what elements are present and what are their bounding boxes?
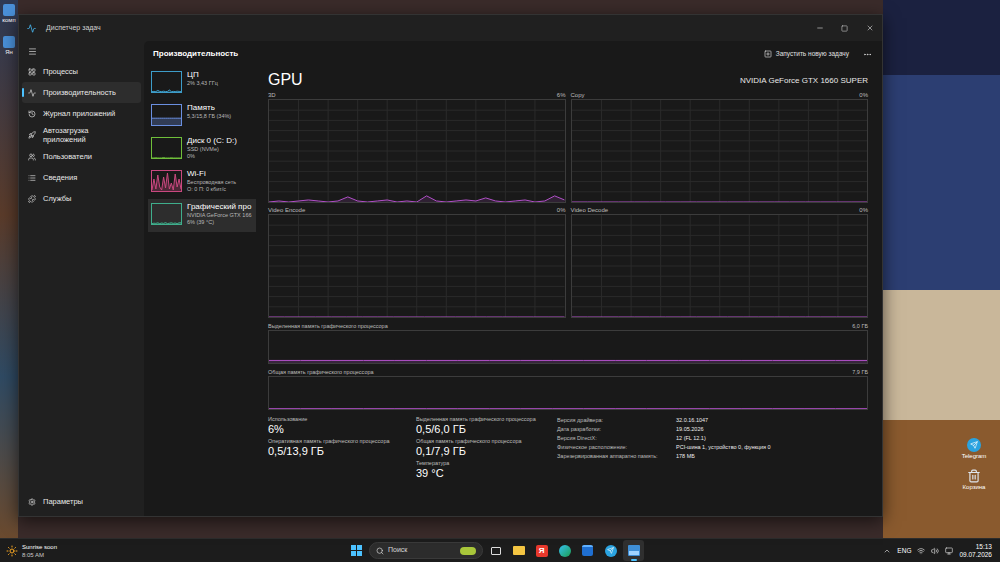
nav-sidebar: ПроцессыПроизводительностьЖурнал приложе… bbox=[19, 41, 144, 516]
resource-mini-chart bbox=[152, 72, 181, 92]
engine-usage-graph bbox=[572, 215, 868, 317]
desktop-icon[interactable]: Ян bbox=[0, 36, 18, 56]
engine-usage-graph bbox=[572, 100, 868, 202]
settings-nav-item[interactable]: Параметры bbox=[22, 492, 141, 512]
nav-item[interactable]: Автозагрузка приложений bbox=[22, 124, 141, 146]
stat: Температура39 °C bbox=[416, 460, 557, 480]
page-header: ПроизводительностьЗапустить новую задачу bbox=[144, 41, 882, 67]
resource-item[interactable]: Графический проNVIDIA GeForce GTX 1666% … bbox=[148, 199, 256, 232]
display-icon[interactable] bbox=[945, 547, 953, 555]
edge-taskbar-button[interactable] bbox=[554, 540, 575, 561]
stat: Выделенная память графического процессор… bbox=[416, 416, 557, 436]
resource-item[interactable]: ЦП2% 3,43 ГГц bbox=[148, 67, 256, 100]
run-new-task-button[interactable]: Запустить новую задачу bbox=[760, 49, 853, 59]
telegram-taskbar-button[interactable] bbox=[600, 540, 621, 561]
resource-item[interactable]: Диск 0 (C: D:)SSD (NVMe)0% bbox=[148, 133, 256, 166]
title-bar: Диспетчер задач bbox=[19, 15, 882, 41]
menu-button[interactable] bbox=[22, 41, 141, 61]
nav-item[interactable]: Журнал приложений bbox=[22, 103, 141, 124]
taskmgr-taskbar-button[interactable] bbox=[623, 540, 644, 561]
gpu-details: Версия драйвера:32.0.16.1047Дата разрабо… bbox=[557, 416, 771, 480]
language-indicator[interactable]: ENG bbox=[897, 546, 911, 556]
resource-item[interactable]: Wi-FiБеспроводная сетьО: 0 П: 0 кбит/с bbox=[148, 166, 256, 199]
start-button[interactable] bbox=[346, 540, 367, 561]
desktop-screen: компЯнTelegramКорзинаДиспетчер задачПроц… bbox=[0, 0, 1000, 562]
engine-chart: Video Decode0% bbox=[571, 206, 869, 318]
desktop-icon[interactable]: Корзина bbox=[954, 469, 994, 492]
nav-item[interactable]: Пользователи bbox=[22, 146, 141, 167]
engine-chart: Video Encode0% bbox=[268, 206, 566, 318]
resource-mini-chart bbox=[152, 105, 181, 125]
engine-chart: Copy0% bbox=[571, 91, 869, 203]
more-button[interactable] bbox=[861, 50, 874, 59]
engine-usage-graph bbox=[269, 100, 565, 202]
stat: Использование6% bbox=[268, 416, 416, 436]
gpu-stats: Использование6%Оперативная память графич… bbox=[268, 416, 868, 480]
nav-item[interactable]: Сведения bbox=[22, 167, 141, 188]
memory-chart: Выделенная память графического процессор… bbox=[268, 323, 868, 364]
desktop: компЯнTelegramКорзинаДиспетчер задачПроц… bbox=[0, 0, 1000, 538]
resource-mini-chart bbox=[152, 171, 181, 191]
explorer-taskbar-button[interactable] bbox=[508, 540, 529, 561]
desktop-icon[interactable]: комп bbox=[0, 4, 18, 24]
engine-usage-graph bbox=[269, 215, 565, 317]
minimize-button[interactable] bbox=[807, 19, 832, 37]
tray-overflow-icon[interactable] bbox=[883, 547, 891, 555]
nav-item[interactable]: Производительность bbox=[22, 82, 141, 103]
yandex-taskbar-button[interactable]: Я bbox=[531, 540, 552, 561]
resource-mini-chart bbox=[152, 204, 181, 224]
desktop-icon[interactable]: Telegram bbox=[954, 438, 994, 461]
wifi-icon[interactable] bbox=[917, 547, 925, 555]
stat: Оперативная память графического процессо… bbox=[268, 438, 416, 458]
resource-item[interactable]: Память5,3/15,8 ГБ (34%) bbox=[148, 100, 256, 133]
store-taskbar-button[interactable] bbox=[577, 540, 598, 561]
sun-icon bbox=[6, 545, 18, 557]
weather-widget[interactable]: Sunrise soon8:05 AM bbox=[6, 543, 346, 559]
taskbar: Sunrise soon8:05 AM Поиск Я ENG 15:1309.07.2… bbox=[0, 538, 1000, 562]
taskview-taskbar-button[interactable] bbox=[485, 540, 506, 561]
resource-mini-chart bbox=[152, 138, 181, 158]
wallpaper-left bbox=[0, 0, 18, 538]
close-button[interactable] bbox=[857, 19, 882, 37]
resource-list: ЦП2% 3,43 ГГцПамять5,3/15,8 ГБ (34%)Диск… bbox=[144, 67, 256, 516]
search-highlight-icon bbox=[460, 547, 476, 555]
volume-icon[interactable] bbox=[931, 547, 939, 555]
engine-chart: 3D6% bbox=[268, 91, 566, 203]
recycle-bin-icon bbox=[967, 469, 981, 483]
maximize-button[interactable] bbox=[832, 19, 857, 37]
shortcut-icon bbox=[3, 4, 15, 16]
task-manager-icon bbox=[27, 24, 36, 33]
stat: Общая память графического процессора0,1/… bbox=[416, 438, 557, 458]
memory-chart: Общая память графического процессора7,9 … bbox=[268, 369, 868, 410]
nav-item[interactable]: Службы bbox=[22, 188, 141, 209]
memory-usage-graph bbox=[269, 377, 867, 409]
clock[interactable]: 15:1309.07.2026 bbox=[959, 543, 994, 559]
windows-logo-icon bbox=[351, 545, 362, 556]
task-manager-window: Диспетчер задачПроцессыПроизводительност… bbox=[18, 14, 883, 517]
gpu-panel: GPUNVIDIA GeForce GTX 1660 SUPER3D6%Copy… bbox=[256, 67, 882, 516]
shortcut-icon bbox=[3, 36, 15, 48]
memory-usage-graph bbox=[269, 331, 867, 363]
content-area: ПроизводительностьЗапустить новую задачу… bbox=[144, 41, 882, 516]
search-box[interactable]: Поиск bbox=[369, 542, 483, 559]
telegram-icon bbox=[967, 438, 981, 452]
nav-item[interactable]: Процессы bbox=[22, 61, 141, 82]
